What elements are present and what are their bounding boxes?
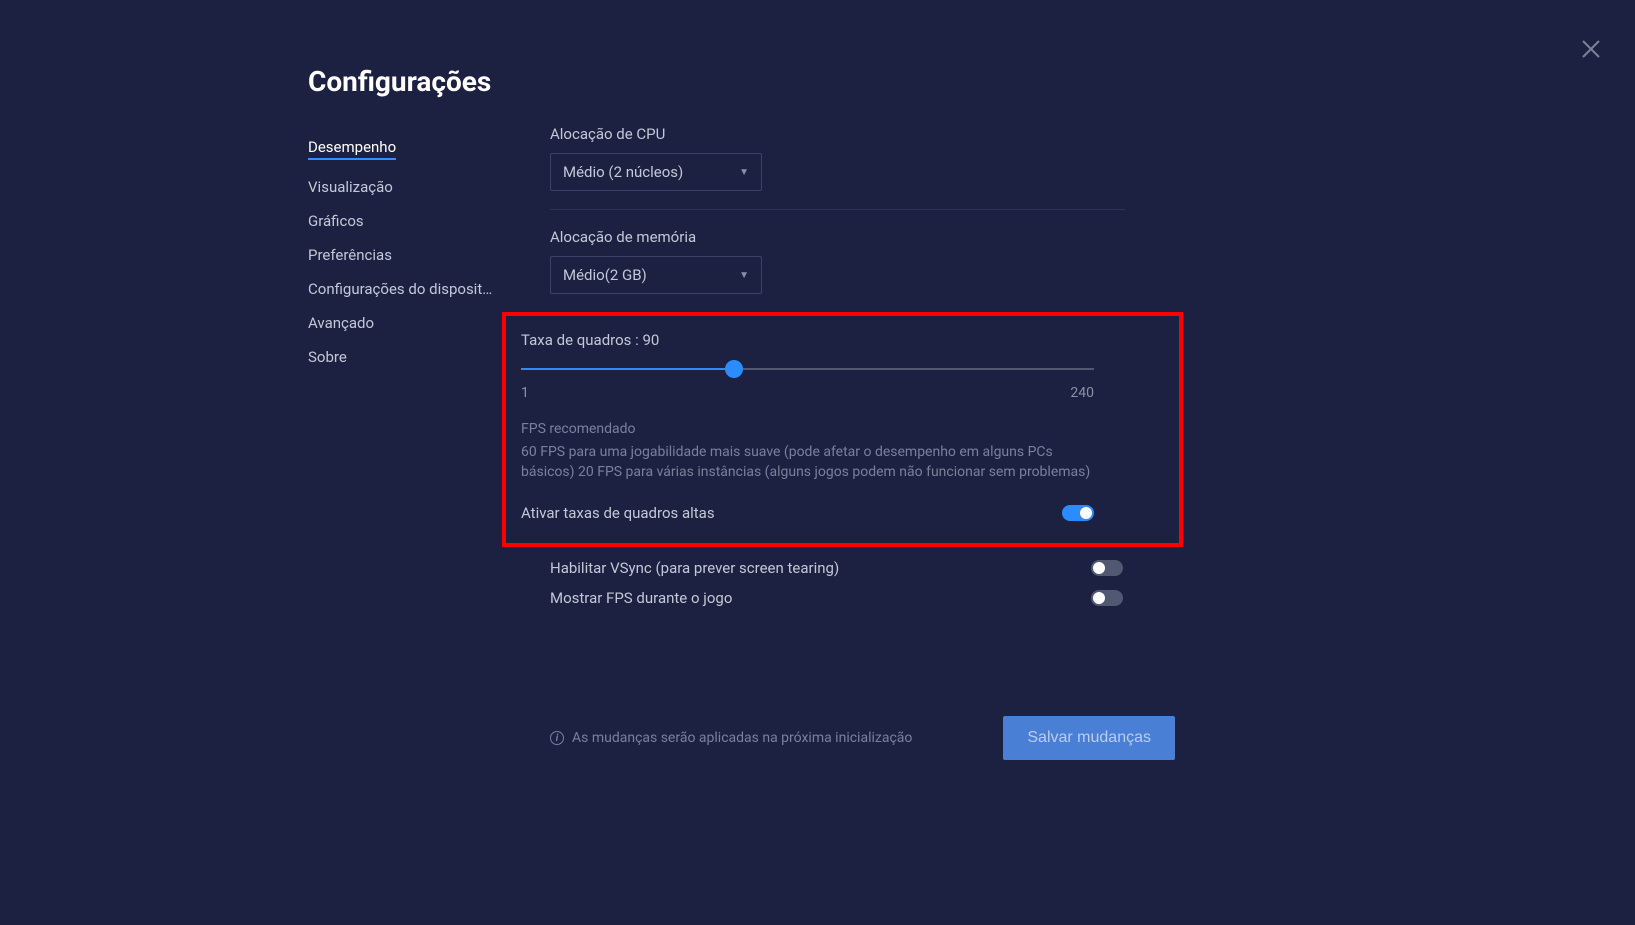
footer-info: i As mudanças serão aplicadas na próxima… [550,730,912,746]
framerate-slider[interactable] [521,361,1094,379]
memory-allocation-label: Alocação de memória [550,228,1125,246]
framerate-label: Taxa de quadros : 90 [521,331,1164,349]
content-panel: Alocação de CPU Médio (2 núcleos) ▼ Aloc… [550,125,1125,613]
sidebar-item-dispositivo[interactable]: Configurações do disposit… [308,272,518,306]
sidebar: Desempenho Visualização Gráficos Preferê… [308,130,518,374]
fps-recommended-desc: 60 FPS para uma jogabilidade mais suave … [521,443,1094,482]
vsync-toggle[interactable] [1091,560,1123,576]
sidebar-item-visualizacao[interactable]: Visualização [308,170,518,204]
close-icon [1582,40,1600,58]
sidebar-item-avancado[interactable]: Avançado [308,306,518,340]
slider-min-label: 1 [521,385,529,401]
highlight-box: Taxa de quadros : 90 1 240 FPS recomenda… [502,312,1183,547]
footer: i As mudanças serão aplicadas na próxima… [550,716,1175,760]
info-icon: i [550,731,564,745]
slider-max-label: 240 [1070,385,1094,401]
divider [550,209,1125,210]
cpu-allocation-select[interactable]: Médio (2 núcleos) ▼ [550,153,762,191]
save-button[interactable]: Salvar mudanças [1003,716,1175,760]
sidebar-item-preferencias[interactable]: Preferências [308,238,518,272]
high-framerate-toggle[interactable] [1062,505,1094,521]
sidebar-item-desempenho[interactable]: Desempenho [308,130,396,160]
show-fps-label: Mostrar FPS durante o jogo [550,589,732,607]
close-button[interactable] [1582,40,1600,62]
sidebar-item-graficos[interactable]: Gráficos [308,204,518,238]
chevron-down-icon: ▼ [739,270,749,281]
memory-allocation-value: Médio(2 GB) [563,266,647,284]
toggle-knob [1080,507,1092,519]
show-fps-toggle[interactable] [1091,590,1123,606]
sidebar-item-sobre[interactable]: Sobre [308,340,518,374]
toggle-knob [1093,562,1105,574]
slider-fill [521,368,734,370]
memory-allocation-select[interactable]: Médio(2 GB) ▼ [550,256,762,294]
cpu-allocation-value: Médio (2 núcleos) [563,163,683,181]
cpu-allocation-label: Alocação de CPU [550,125,1125,143]
toggle-knob [1093,592,1105,604]
footer-info-text: As mudanças serão aplicadas na próxima i… [572,730,912,746]
fps-recommended-title: FPS recomendado [521,421,1164,437]
slider-thumb[interactable] [725,360,743,378]
vsync-label: Habilitar VSync (para prever screen tear… [550,559,839,577]
high-framerate-label: Ativar taxas de quadros altas [521,504,715,522]
page-title: Configurações [308,65,491,98]
chevron-down-icon: ▼ [739,167,749,178]
